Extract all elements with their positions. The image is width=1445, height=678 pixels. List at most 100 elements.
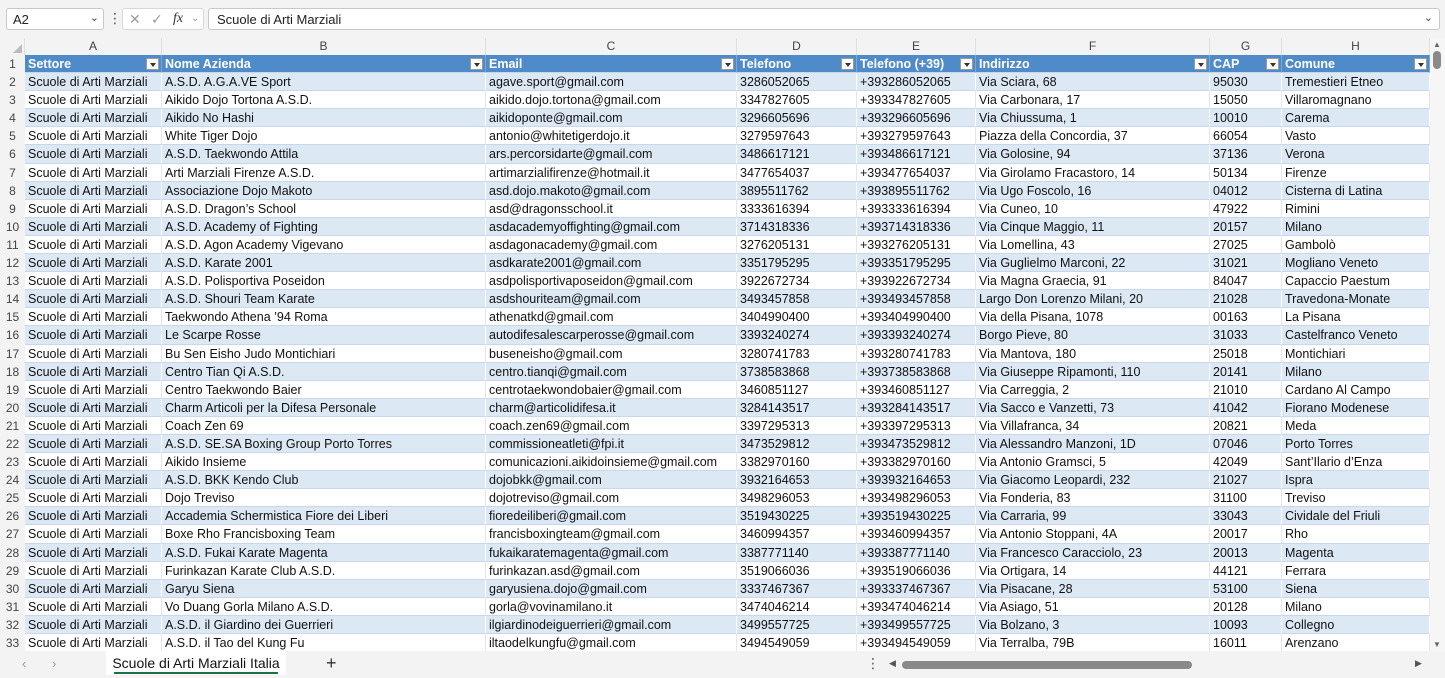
cell-telefono[interactable]: 3486617121: [737, 145, 857, 164]
cell-telefono[interactable]: 3397295313: [737, 416, 857, 435]
row-number[interactable]: 11: [0, 235, 25, 255]
cell-cap[interactable]: 41042: [1210, 398, 1282, 417]
cell-comune[interactable]: Arenzano: [1282, 634, 1430, 651]
cell-indirizzo[interactable]: Via Golosine, 94: [976, 145, 1210, 164]
cell-settore[interactable]: Scuole di Arti Marziali: [25, 127, 162, 146]
cell-comune[interactable]: Fiorano Modenese: [1282, 398, 1430, 417]
cell-settore[interactable]: Scuole di Arti Marziali: [25, 525, 162, 544]
cell-settore[interactable]: Scuole di Arti Marziali: [25, 579, 162, 598]
cell-comune[interactable]: Montichiari: [1282, 344, 1430, 363]
cell-settore[interactable]: Scuole di Arti Marziali: [25, 235, 162, 255]
cell-settore[interactable]: Scuole di Arti Marziali: [25, 272, 162, 291]
cell-nome-azienda[interactable]: A.S.D. Dragon’s School: [162, 199, 486, 218]
cell-email[interactable]: centro.tianqi@gmail.com: [486, 362, 737, 381]
cell-comune[interactable]: Milano: [1282, 217, 1430, 236]
cell-nome-azienda[interactable]: A.S.D. SE.SA Boxing Group Porto Torres: [162, 434, 486, 454]
cell-telefono-39[interactable]: +393493457858: [857, 290, 976, 309]
cell-telefono[interactable]: 3382970160: [737, 453, 857, 472]
cell-email[interactable]: ars.percorsidarte@gmail.com: [486, 145, 737, 164]
cell-email[interactable]: commissioneatleti@fpi.it: [486, 434, 737, 454]
cell-email[interactable]: furinkazan.asd@gmail.com: [486, 561, 737, 580]
cell-nome-azienda[interactable]: A.S.D. A.G.A.VE Sport: [162, 73, 486, 92]
cell-settore[interactable]: Scuole di Arti Marziali: [25, 471, 162, 490]
cell-comune[interactable]: Milano: [1282, 597, 1430, 616]
cell-cap[interactable]: 20821: [1210, 416, 1282, 435]
cell-telefono-39[interactable]: +393347827605: [857, 91, 976, 110]
row-number[interactable]: 5: [0, 127, 25, 146]
row-number[interactable]: 13: [0, 272, 25, 291]
cell-indirizzo[interactable]: Via Cinque Maggio, 11: [976, 217, 1210, 236]
cell-comune[interactable]: Villaromagnano: [1282, 91, 1430, 110]
cell-settore[interactable]: Scuole di Arti Marziali: [25, 73, 162, 92]
cell-telefono[interactable]: 3895511762: [737, 181, 857, 200]
filter-dropdown-icon[interactable]: [470, 58, 483, 70]
cell-telefono-39[interactable]: +393382970160: [857, 453, 976, 472]
cell-indirizzo[interactable]: Via Pisacane, 28: [976, 579, 1210, 598]
cell-telefono[interactable]: 3276205131: [737, 235, 857, 255]
cell-email[interactable]: ilgiardinodeiguerrieri@gmail.com: [486, 615, 737, 634]
row-number[interactable]: 29: [0, 561, 25, 580]
cell-settore[interactable]: Scuole di Arti Marziali: [25, 254, 162, 273]
cell-nome-azienda[interactable]: Furinkazan Karate Club A.S.D.: [162, 561, 486, 580]
cell-telefono[interactable]: 3498296053: [737, 489, 857, 508]
cell-comune[interactable]: La Pisana: [1282, 308, 1430, 327]
cell-telefono-39[interactable]: +393279597643: [857, 127, 976, 146]
cell-comune[interactable]: Cardano Al Campo: [1282, 380, 1430, 399]
cell-settore[interactable]: Scuole di Arti Marziali: [25, 634, 162, 651]
more-options-icon[interactable]: ⋮: [866, 655, 880, 672]
cell-indirizzo[interactable]: Via Girolamo Fracastoro, 14: [976, 163, 1210, 182]
cell-telefono-39[interactable]: +393477654037: [857, 163, 976, 182]
cell-telefono-39[interactable]: +393280741783: [857, 344, 976, 363]
cell-telefono[interactable]: 3738583868: [737, 362, 857, 381]
cell-email[interactable]: dojobkk@gmail.com: [486, 471, 737, 490]
cell-settore[interactable]: Scuole di Arti Marziali: [25, 543, 162, 562]
cell-cap[interactable]: 20128: [1210, 597, 1282, 616]
cell-comune[interactable]: Meda: [1282, 416, 1430, 435]
cell-cap[interactable]: 44121: [1210, 561, 1282, 580]
cell-indirizzo[interactable]: Via Bolzano, 3: [976, 615, 1210, 634]
cell-nome-azienda[interactable]: A.S.D. Agon Academy Vigevano: [162, 235, 486, 255]
cell-comune[interactable]: Vasto: [1282, 127, 1430, 146]
add-sheet-icon[interactable]: +: [326, 653, 337, 674]
cell-email[interactable]: fioredeiliberi@gmail.com: [486, 507, 737, 526]
cell-indirizzo[interactable]: Via Fonderia, 83: [976, 489, 1210, 508]
cell-telefono[interactable]: 3351795295: [737, 254, 857, 273]
cell-cap[interactable]: 20157: [1210, 217, 1282, 236]
row-number[interactable]: 21: [0, 416, 25, 435]
cell-telefono-39[interactable]: +393714318336: [857, 217, 976, 236]
cell-cap[interactable]: 10010: [1210, 109, 1282, 128]
row-number[interactable]: 7: [0, 163, 25, 182]
cell-nome-azienda[interactable]: Taekwondo Athena ’94 Roma: [162, 308, 486, 327]
cell-email[interactable]: asd@dragonsschool.it: [486, 199, 737, 218]
row-number[interactable]: 22: [0, 434, 25, 454]
cell-nome-azienda[interactable]: Aikido No Hashi: [162, 109, 486, 128]
header-cell-telefono-39[interactable]: Telefono (+39): [857, 55, 976, 74]
cell-nome-azienda[interactable]: Centro Taekwondo Baier: [162, 380, 486, 399]
scroll-left-icon[interactable]: ◀: [889, 658, 896, 669]
row-number[interactable]: 30: [0, 579, 25, 598]
cell-comune[interactable]: Collegno: [1282, 615, 1430, 634]
cell-telefono[interactable]: 3279597643: [737, 127, 857, 146]
cell-telefono-39[interactable]: +393738583868: [857, 362, 976, 381]
header-cell-nome-azienda[interactable]: Nome Azienda: [162, 55, 486, 74]
cell-telefono-39[interactable]: +393519430225: [857, 507, 976, 526]
cell-settore[interactable]: Scuole di Arti Marziali: [25, 380, 162, 399]
cell-cap[interactable]: 50134: [1210, 163, 1282, 182]
cell-email[interactable]: asdpolisportivaposeidon@gmail.com: [486, 272, 737, 291]
row-number[interactable]: 12: [0, 254, 25, 273]
cell-indirizzo[interactable]: Via Sciara, 68: [976, 73, 1210, 92]
cell-email[interactable]: dojotreviso@gmail.com: [486, 489, 737, 508]
cell-telefono-39[interactable]: +393473529812: [857, 434, 976, 454]
filter-dropdown-icon[interactable]: [1414, 58, 1427, 70]
column-header-b[interactable]: B: [162, 38, 486, 55]
cell-cap[interactable]: 53100: [1210, 579, 1282, 598]
cell-email[interactable]: athenatkd@gmail.com: [486, 308, 737, 327]
cell-nome-azienda[interactable]: Arti Marziali Firenze A.S.D.: [162, 163, 486, 182]
cell-telefono[interactable]: 3519430225: [737, 507, 857, 526]
cell-comune[interactable]: Magenta: [1282, 543, 1430, 562]
cell-email[interactable]: charm@articolidifesa.it: [486, 398, 737, 417]
cell-telefono[interactable]: 3714318336: [737, 217, 857, 236]
column-header-e[interactable]: E: [857, 38, 976, 55]
cell-nome-azienda[interactable]: A.S.D. Karate 2001: [162, 254, 486, 273]
chevron-down-icon[interactable]: ⌄: [191, 13, 199, 24]
